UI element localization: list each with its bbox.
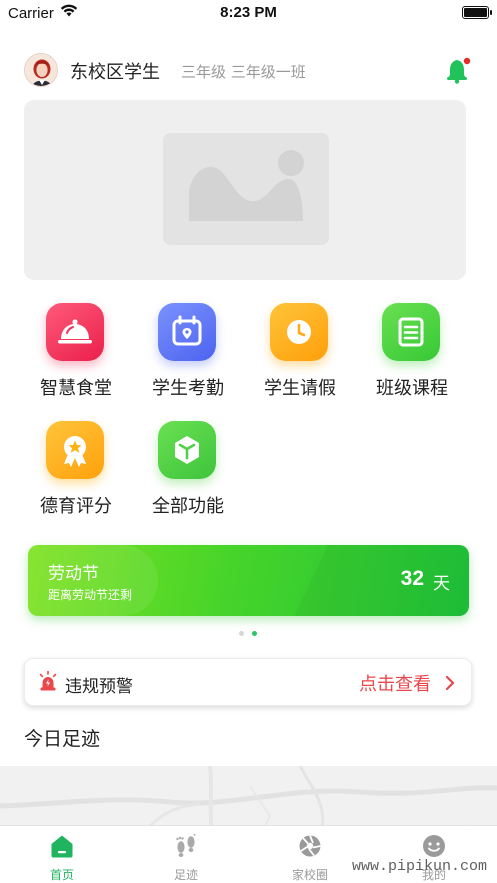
function-class-courses[interactable]: 班级课程	[360, 300, 464, 400]
holiday-name: 劳动节	[48, 564, 99, 584]
tab-home[interactable]: 首页	[0, 826, 124, 883]
function-label: 全部功能	[152, 496, 224, 517]
banner-carousel[interactable]	[24, 100, 466, 280]
alarm-light-icon	[39, 671, 57, 691]
notification-dot	[463, 57, 471, 65]
battery-icon	[462, 6, 492, 19]
cloche-icon	[46, 303, 104, 361]
footprints-icon	[176, 834, 196, 857]
warning-label: 违规预警	[65, 677, 133, 697]
home-icon	[51, 835, 73, 858]
carousel-dot-active[interactable]	[252, 631, 257, 636]
holiday-countdown-card[interactable]: 劳动节 距离劳动节还剩 32 天	[28, 545, 469, 616]
carousel-indicator	[239, 631, 265, 637]
tab-label: 首页	[49, 868, 74, 882]
bell-icon[interactable]	[446, 56, 472, 84]
attendance-calendar-icon	[158, 303, 216, 361]
function-label: 学生考勤	[152, 378, 224, 399]
class-info: 三年级 三年级一班	[181, 63, 306, 81]
tab-label: 足迹	[173, 868, 198, 882]
app-screen: Carrier 8:23 PM 东校区学生 三年级 三年级一班 智慧食堂 学生考…	[0, 0, 497, 883]
smiley-face-icon	[423, 835, 445, 857]
carousel-dot[interactable]	[239, 631, 244, 636]
image-placeholder-icon	[163, 133, 329, 245]
function-label: 学生请假	[264, 378, 336, 399]
avatar[interactable]	[24, 53, 58, 87]
school-name: 东校区学生	[70, 62, 160, 83]
document-icon	[382, 303, 440, 361]
days-unit: 天	[433, 574, 450, 594]
function-all-features[interactable]: 全部功能	[136, 418, 240, 518]
chevron-right-icon	[445, 675, 455, 691]
view-details-link[interactable]: 点击查看	[359, 670, 431, 696]
days-remaining: 32	[400, 567, 424, 590]
award-badge-icon	[46, 421, 104, 479]
watermark-text: www.pipikun.com	[351, 858, 487, 875]
cube-icon	[158, 421, 216, 479]
status-time: 8:23 PM	[220, 4, 277, 21]
function-smart-canteen[interactable]: 智慧食堂	[24, 300, 128, 400]
violation-warning-bar[interactable]: 违规预警 点击查看	[24, 658, 472, 706]
function-moral-score[interactable]: 德育评分	[24, 418, 128, 518]
aperture-icon	[299, 835, 321, 857]
function-label: 班级课程	[376, 378, 448, 399]
function-student-leave[interactable]: 学生请假	[248, 300, 352, 400]
holiday-subtitle: 距离劳动节还剩	[48, 588, 133, 602]
section-title-today-footprints: 今日足迹	[24, 728, 101, 750]
status-bar: Carrier 8:23 PM	[0, 0, 497, 28]
function-label: 智慧食堂	[40, 378, 112, 399]
function-label: 德育评分	[40, 496, 112, 517]
function-student-attendance[interactable]: 学生考勤	[136, 300, 240, 400]
profile-header: 东校区学生 三年级 三年级一班	[24, 52, 472, 88]
tab-footprints[interactable]: 足迹	[124, 826, 248, 883]
clock-icon	[270, 303, 328, 361]
